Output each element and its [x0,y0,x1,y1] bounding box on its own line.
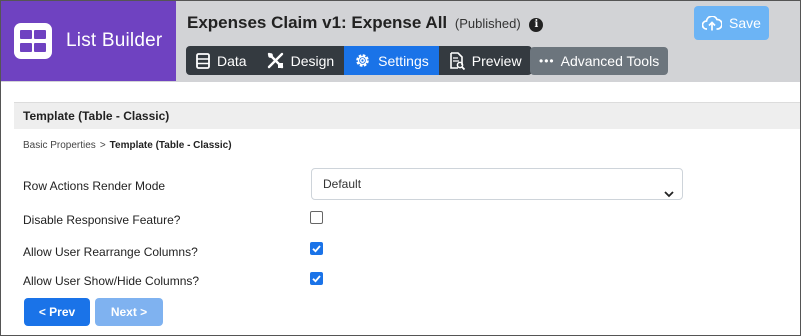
brand-panel: List Builder [1,1,176,81]
info-icon[interactable]: i [529,18,544,32]
status-badge: (Published) [454,16,521,31]
breadcrumb-current: Template (Table - Classic) [109,140,232,151]
allow-rearrange-label: Allow User Rearrange Columns? [23,245,198,259]
row-actions-render-mode-select[interactable]: Default [311,168,683,200]
gear-icon [354,52,371,69]
checkmark-icon [312,275,321,283]
tab-design[interactable]: Design [257,46,345,75]
chevron-down-icon [664,179,674,209]
tab-design-label: Design [290,52,335,69]
more-dots-icon: ••• [539,54,555,68]
cloud-upload-icon [702,15,723,31]
breadcrumb-separator: > [99,140,106,151]
prev-button[interactable]: < Prev [24,298,90,326]
disable-responsive-checkbox[interactable] [310,211,323,224]
tab-settings-label: Settings [378,52,429,69]
breadcrumb-parent[interactable]: Basic Properties [23,140,96,151]
allow-show-hide-label: Allow User Show/Hide Columns? [23,274,200,288]
tools-icon [267,52,284,69]
disable-responsive-label: Disable Responsive Feature? [23,213,181,227]
allow-rearrange-checkbox[interactable] [310,242,323,255]
page-title: Expenses Claim v1: Expense All (Publishe… [187,13,544,33]
section-header: Template (Table - Classic) [14,102,801,129]
table-icon [196,52,210,69]
save-button[interactable]: Save [694,6,769,40]
app-title: List Builder [66,30,163,51]
allow-show-hide-checkbox[interactable] [310,272,323,285]
breadcrumb: Basic Properties > Template (Table - Class… [23,140,232,151]
main-tabs: Data Design Settings Preview [186,46,532,75]
row-actions-render-mode-value: Default [323,177,362,191]
document-search-icon [449,51,465,70]
top-header: List Builder Expenses Claim v1: Expense … [0,0,801,82]
tab-data[interactable]: Data [186,46,257,75]
advanced-tools-button[interactable]: ••• Advanced Tools [530,47,669,75]
save-label: Save [729,15,761,31]
checkmark-icon [312,245,321,253]
advanced-tools-label: Advanced Tools [560,53,660,69]
list-builder-logo-icon [14,23,52,59]
row-actions-render-mode-label: Row Actions Render Mode [23,179,166,193]
next-button[interactable]: Next > [95,298,163,326]
page-title-text: Expenses Claim v1: Expense All [187,13,448,32]
tab-preview-label: Preview [471,52,522,69]
tab-settings[interactable]: Settings [344,46,439,75]
tab-data-label: Data [217,52,247,69]
tab-preview[interactable]: Preview [439,46,532,75]
